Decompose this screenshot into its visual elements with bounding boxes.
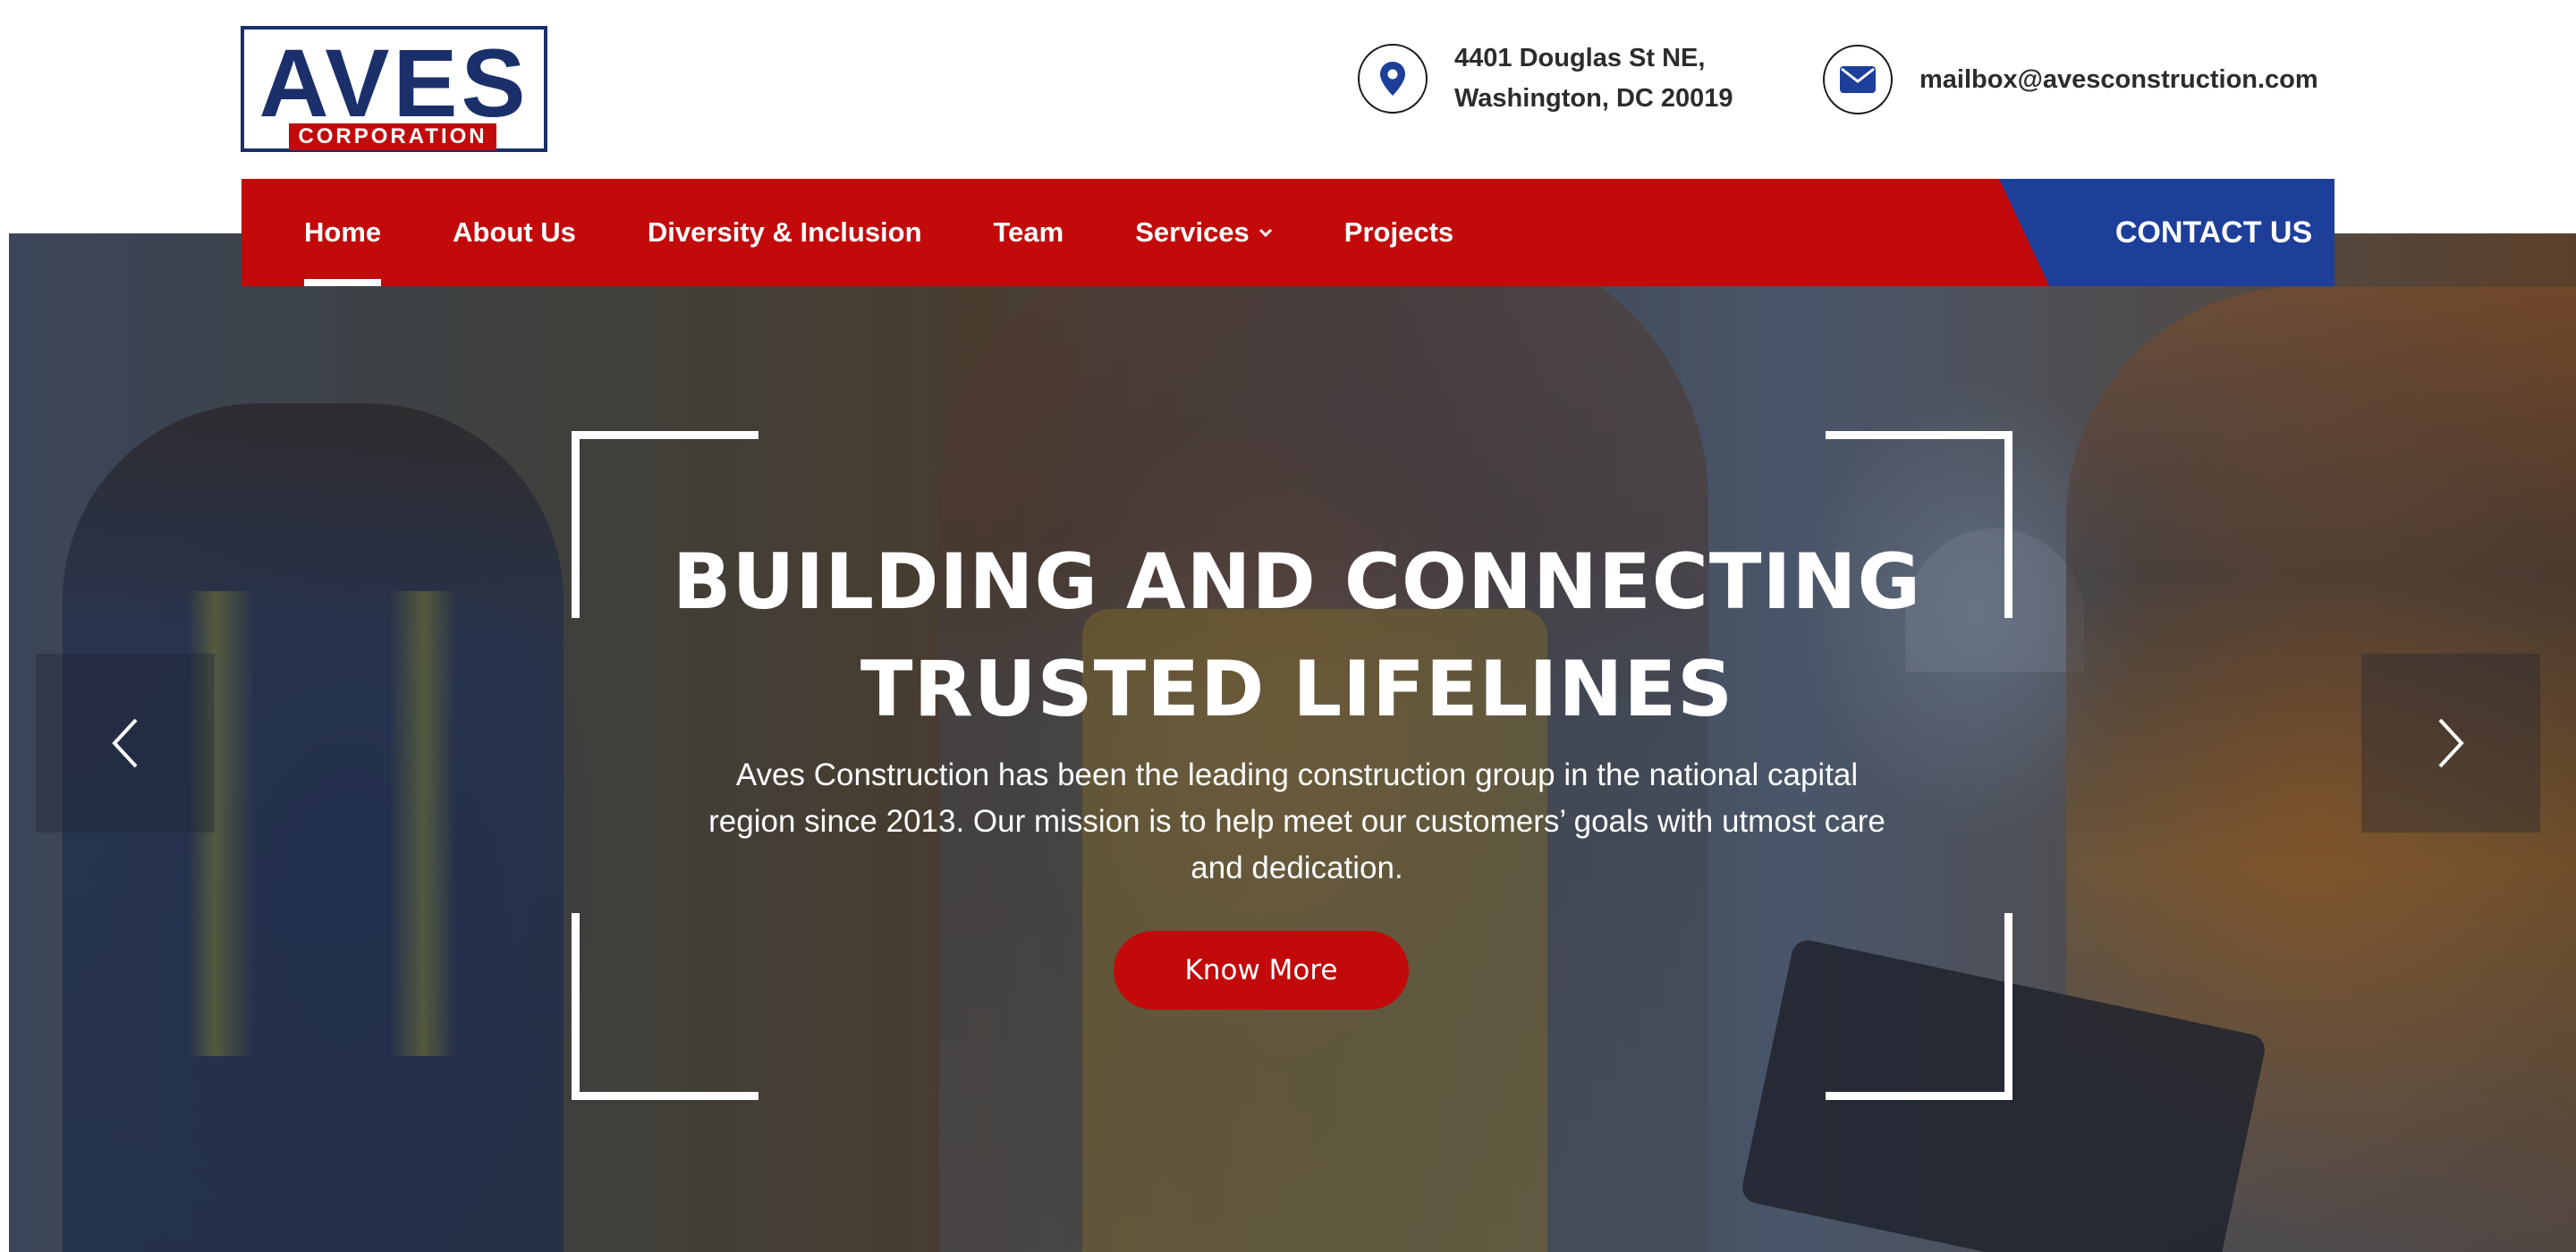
contact-us-button[interactable]: CONTACT US <box>1999 179 2334 286</box>
chevron-right-icon <box>2438 718 2464 768</box>
address-line-2: Washington, DC 20019 <box>1454 84 1733 113</box>
frame-corner-bottom-left <box>572 913 758 1100</box>
nav-item-label: Services <box>1135 216 1250 248</box>
nav-item-about-us[interactable]: About Us <box>453 179 576 286</box>
carousel-next-button[interactable] <box>2361 654 2540 833</box>
nav-item-services[interactable]: Services <box>1135 179 1273 286</box>
address-block: 4401 Douglas St NE, Washington, DC 20019 <box>1358 38 1733 119</box>
nav-menu: Home About Us Diversity & Inclusion Team… <box>304 179 1525 286</box>
hero-description: Aves Construction has been the leading c… <box>708 757 1885 885</box>
logo-subtitle: CORPORATION <box>289 123 496 150</box>
nav-item-team[interactable]: Team <box>994 179 1064 286</box>
hero-title-line-2: TRUSTED LIFELINES <box>860 645 1734 734</box>
nav-item-label: Projects <box>1343 216 1454 248</box>
address-line-1: 4401 Douglas St NE, <box>1454 44 1706 72</box>
email-link[interactable]: mailbox@avesconstruction.com <box>1919 60 2318 100</box>
chevron-left-icon <box>112 718 138 768</box>
nav-item-label: About Us <box>453 216 576 248</box>
nav-item-diversity-inclusion[interactable]: Diversity & Inclusion <box>648 179 922 286</box>
email-block: mailbox@avesconstruction.com <box>1823 45 2318 114</box>
nav-item-home[interactable]: Home <box>304 179 382 286</box>
logo-wordmark: AVES <box>258 29 530 137</box>
frame-corner-bottom-right <box>1826 913 2012 1100</box>
envelope-icon <box>1823 45 1893 114</box>
aves-logo[interactable]: AVES CORPORATION <box>241 26 547 152</box>
hero-title-line-1: BUILDING AND CONNECTING <box>672 537 1922 627</box>
hero-banner: BUILDING AND CONNECTING TRUSTED LIFELINE… <box>9 233 2576 1252</box>
chevron-down-icon <box>1258 228 1272 238</box>
nav-item-label: Team <box>993 216 1064 248</box>
nav-item-projects[interactable]: Projects <box>1344 179 1453 286</box>
know-more-button[interactable]: Know More <box>1114 931 1409 1010</box>
carousel-prev-button[interactable] <box>36 654 215 833</box>
main-navigation: Home About Us Diversity & Inclusion Team… <box>242 179 2334 286</box>
nav-item-label: Diversity & Inclusion <box>647 216 922 248</box>
hero-title: BUILDING AND CONNECTING TRUSTED LIFELINE… <box>635 529 1959 743</box>
nav-item-label: Home <box>304 216 382 248</box>
contact-us-label: CONTACT US <box>2114 215 2313 250</box>
map-pin-icon <box>1358 44 1428 114</box>
